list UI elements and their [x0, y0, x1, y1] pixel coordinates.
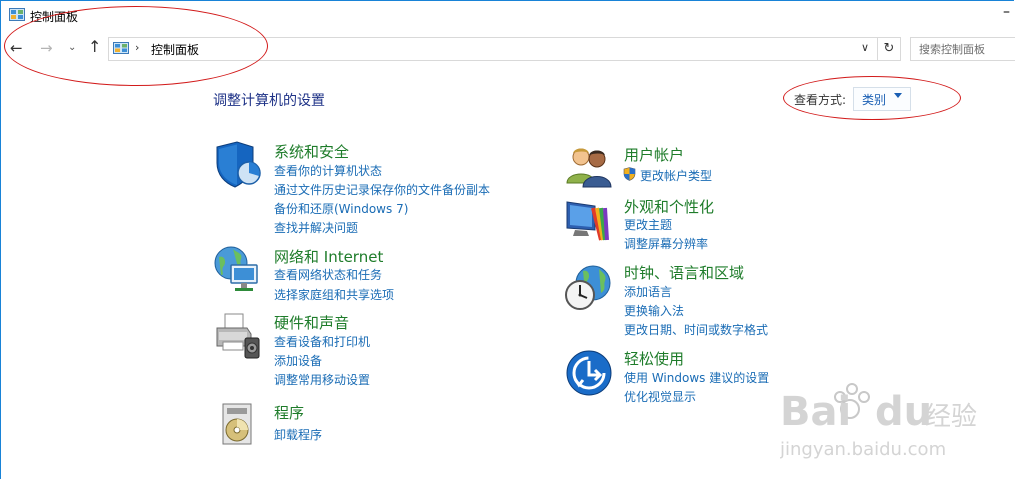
link-change-input-method[interactable]: 更换输入法 — [624, 302, 684, 319]
address-dropdown-button[interactable]: ∨ — [861, 41, 869, 54]
page-title: 调整计算机的设置 — [213, 93, 325, 109]
svg-text:Bai: Bai — [780, 389, 851, 435]
category-ease-of-access[interactable]: 轻松使用 — [624, 348, 684, 369]
category-clock-language-region[interactable]: 时钟、语言和区域 — [624, 262, 744, 283]
appearance-monitor-icon — [566, 201, 609, 241]
baidu-watermark-logo: Bai du 经验 jingyan.baidu.com — [780, 383, 977, 460]
link-change-account-type[interactable]: 更改帐户类型 — [640, 167, 712, 184]
link-optimize-visual-display[interactable]: 优化视觉显示 — [624, 388, 696, 405]
up-button[interactable]: ↑ — [88, 37, 101, 57]
link-troubleshoot[interactable]: 查找并解决问题 — [274, 219, 358, 236]
control-panel-icon — [113, 42, 129, 54]
svg-text:du: du — [875, 389, 932, 435]
printer-icon — [216, 313, 260, 359]
search-input[interactable] — [911, 39, 1015, 60]
link-windows-recommended-settings[interactable]: 使用 Windows 建议的设置 — [624, 369, 769, 386]
breadcrumb-separator[interactable]: › — [135, 41, 139, 54]
link-change-theme[interactable]: 更改主题 — [624, 216, 672, 233]
title-bar[interactable]: 控制面板 – — [0, 0, 1015, 32]
minimize-button[interactable]: – — [1003, 4, 1015, 24]
clock-globe-icon — [565, 265, 611, 310]
breadcrumb-control-panel[interactable]: 控制面板 — [151, 41, 199, 58]
refresh-button[interactable]: ↻ — [877, 37, 901, 61]
link-uninstall-program[interactable]: 卸载程序 — [274, 426, 322, 443]
category-appearance-personalization[interactable]: 外观和个性化 — [624, 196, 714, 217]
link-mobility-settings[interactable]: 调整常用移动设置 — [274, 371, 370, 388]
svg-text:经验: 经验 — [925, 402, 977, 432]
address-bar[interactable]: › 控制面板 ∨ — [108, 37, 878, 61]
link-homegroup-sharing[interactable]: 选择家庭组和共享选项 — [274, 286, 394, 303]
category-system-security[interactable]: 系统和安全 — [274, 141, 349, 162]
ease-of-access-icon — [566, 350, 612, 396]
programs-disc-icon — [222, 403, 252, 445]
view-by-dropdown[interactable]: 类别 — [853, 87, 911, 111]
svg-text:jingyan.baidu.com: jingyan.baidu.com — [780, 439, 946, 460]
recent-locations-button[interactable]: ⌄ — [68, 38, 76, 58]
link-backup-restore[interactable]: 备份和还原(Windows 7) — [274, 200, 408, 217]
link-devices-printers[interactable]: 查看设备和打印机 — [274, 333, 370, 350]
control-panel-icon — [9, 8, 25, 21]
link-view-computer-status[interactable]: 查看你的计算机状态 — [274, 162, 382, 179]
shield-icon — [216, 141, 261, 188]
link-date-time-format[interactable]: 更改日期、时间或数字格式 — [624, 321, 768, 338]
network-globe-icon — [214, 246, 258, 291]
link-add-language[interactable]: 添加语言 — [624, 283, 672, 300]
window-title: 控制面板 — [30, 10, 79, 24]
users-icon — [566, 148, 612, 188]
category-hardware-sound[interactable]: 硬件和声音 — [274, 312, 349, 333]
category-user-accounts[interactable]: 用户帐户 — [624, 144, 684, 165]
view-by-value: 类别 — [862, 93, 887, 107]
view-by-label: 查看方式: — [794, 93, 847, 107]
link-add-device[interactable]: 添加设备 — [274, 352, 322, 369]
uac-shield-icon — [623, 167, 636, 181]
link-file-history-backup[interactable]: 通过文件历史记录保存你的文件备份副本 — [274, 181, 490, 198]
chevron-down-icon — [894, 93, 902, 98]
back-button[interactable]: ← — [10, 38, 23, 58]
forward-button[interactable]: → — [40, 38, 53, 58]
link-screen-resolution[interactable]: 调整屏幕分辨率 — [624, 235, 708, 252]
category-network-internet[interactable]: 网络和 Internet — [274, 246, 383, 267]
search-box[interactable] — [910, 37, 1015, 61]
category-programs[interactable]: 程序 — [274, 402, 304, 423]
link-network-status[interactable]: 查看网络状态和任务 — [274, 266, 382, 283]
